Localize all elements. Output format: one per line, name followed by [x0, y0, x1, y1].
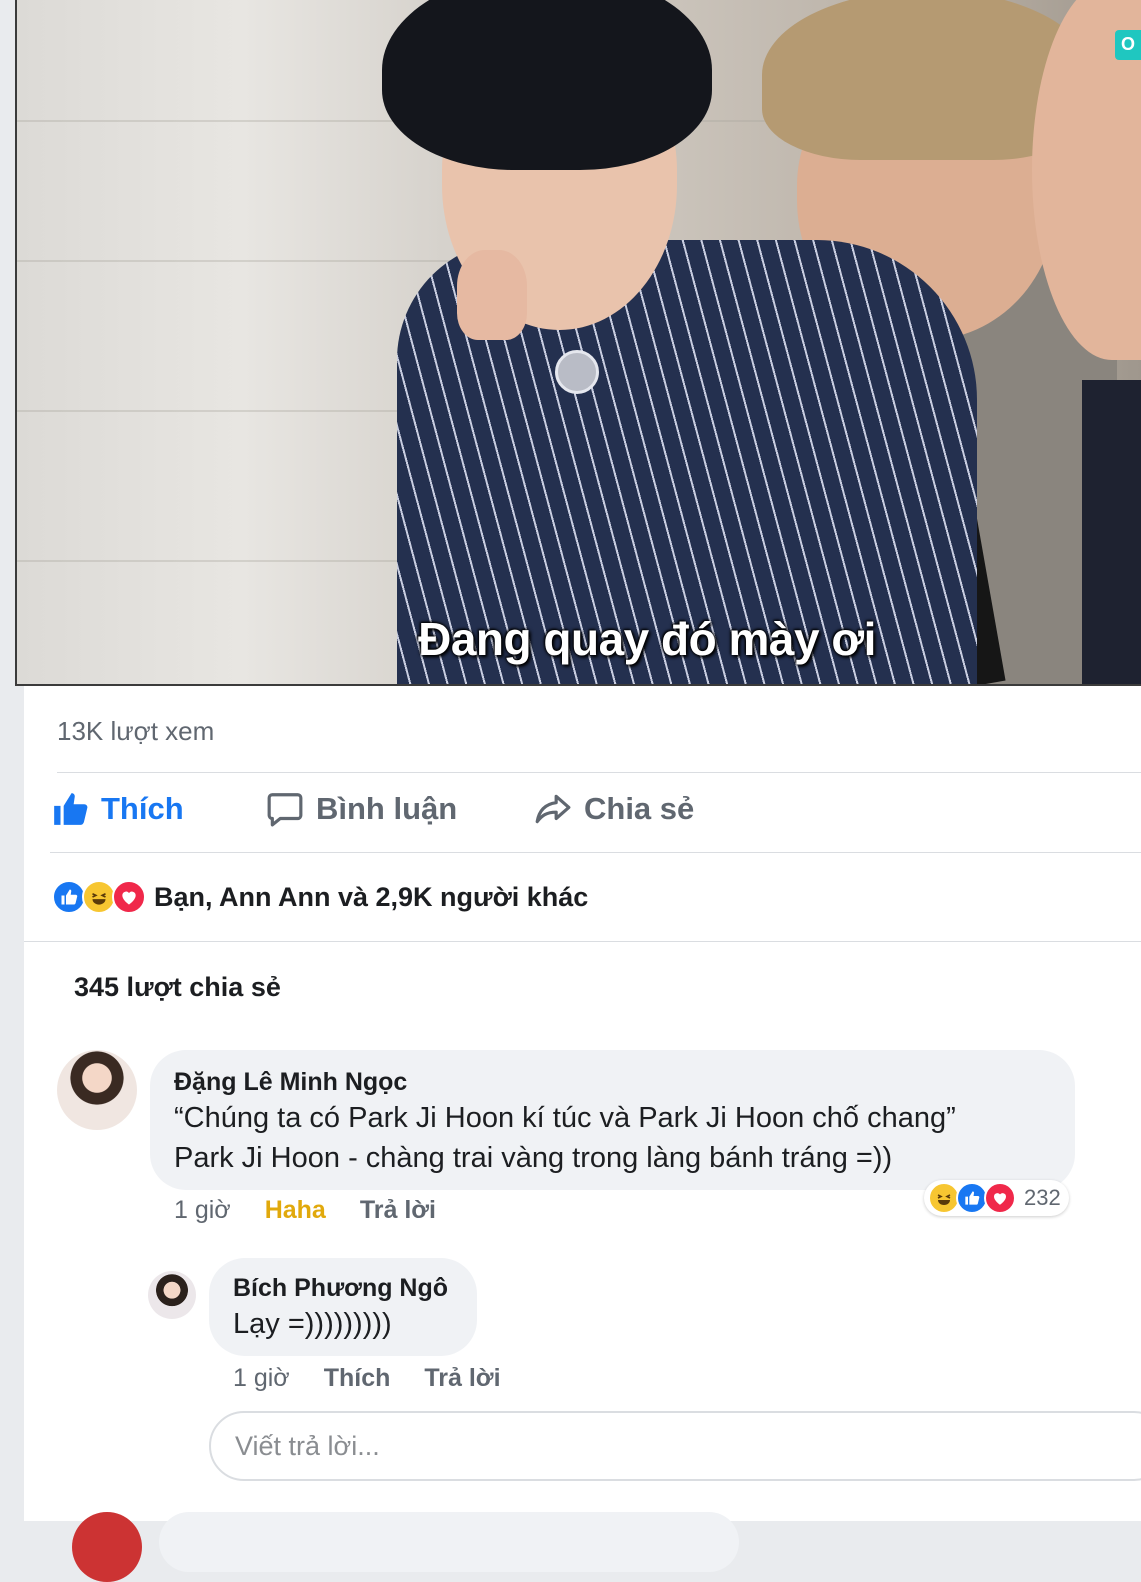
video-person-body: [1082, 380, 1141, 684]
like-button[interactable]: Thích: [51, 790, 184, 828]
divider: [57, 772, 1141, 773]
share-arrow-icon: [535, 794, 571, 824]
comment-bubble: Đặng Lê Minh Ngọc “Chúng ta có Park Ji H…: [150, 1050, 1075, 1190]
comment-time[interactable]: 1 giờ: [174, 1196, 231, 1225]
reactions-summary-text: Bạn, Ann Ann và 2,9K người khác: [154, 881, 589, 912]
love-icon: [112, 880, 146, 914]
video-person-hair: [382, 0, 712, 170]
comment-button[interactable]: Bình luận: [266, 790, 457, 828]
comment-text-line: Lạy =))))))))): [233, 1308, 392, 1340]
comment-meta: 1 giờ Thích Trả lời: [233, 1364, 535, 1393]
haha-icon: [82, 880, 116, 914]
comment-bubble: [159, 1512, 739, 1572]
shares-count[interactable]: 345 lượt chia sẻ: [74, 972, 281, 1003]
comment-meta: 1 giờ Haha Trả lời: [174, 1196, 470, 1225]
reactions-summary[interactable]: Bạn, Ann Ann và 2,9K người khác: [52, 880, 588, 914]
avatar[interactable]: [148, 1271, 196, 1319]
divider: [24, 941, 1141, 942]
comment-author[interactable]: Bích Phương Ngô: [233, 1272, 453, 1304]
reply-button[interactable]: Trả lời: [360, 1196, 436, 1225]
comment-time[interactable]: 1 giờ: [233, 1364, 290, 1393]
video-hand: [457, 250, 527, 340]
divider: [50, 852, 1141, 853]
comment-author[interactable]: Đặng Lê Minh Ngọc: [174, 1066, 1051, 1098]
comment-reaction-button[interactable]: Haha: [265, 1196, 326, 1225]
video-brooch: [555, 350, 599, 394]
avatar[interactable]: [57, 1050, 137, 1130]
comment-bubble-icon: [267, 793, 303, 827]
comment-text-line: “Chúng ta có Park Ji Hoon kí túc và Park…: [174, 1102, 956, 1134]
post-card: O Đang quay đó mày ơi 13K lượt xem Thích…: [15, 0, 1141, 1582]
reply-input[interactable]: [209, 1411, 1141, 1481]
like-icon: [52, 880, 86, 914]
comment-label: Bình luận: [316, 791, 458, 826]
comment-like-button[interactable]: Thích: [324, 1364, 391, 1393]
share-button[interactable]: Chia sẻ: [534, 790, 694, 828]
avatar[interactable]: [72, 1512, 142, 1582]
channel-logo: O: [1115, 30, 1141, 60]
love-icon: [984, 1182, 1016, 1214]
reply-button[interactable]: Trả lời: [424, 1364, 500, 1393]
comment-text-line: Park Ji Hoon - chàng trai vàng trong làn…: [174, 1142, 893, 1174]
comment-reactions[interactable]: 232: [924, 1180, 1069, 1216]
share-label: Chia sẻ: [584, 791, 695, 826]
comment-bubble: Bích Phương Ngô Lạy =))))))))): [209, 1258, 477, 1356]
like-label: Thích: [101, 791, 184, 826]
comment-reaction-count: 232: [1024, 1185, 1061, 1210]
video-subtitle: Đang quay đó mày ơi: [418, 613, 876, 665]
thumbs-up-icon: [54, 793, 88, 825]
view-count: 13K lượt xem: [57, 716, 215, 746]
video-player[interactable]: O Đang quay đó mày ơi: [15, 0, 1141, 686]
